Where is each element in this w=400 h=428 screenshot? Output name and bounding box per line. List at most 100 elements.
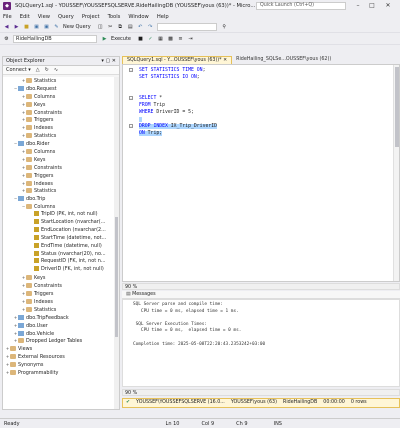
comment-icon[interactable]: ≡ (177, 36, 184, 43)
code-line[interactable]: FROM Trip (123, 102, 399, 109)
tree-node[interactable]: + Constraints (3, 109, 115, 117)
menu-edit[interactable]: Edit (20, 14, 30, 20)
menu-project[interactable]: Project (82, 14, 100, 20)
execute-button[interactable]: ▶ Execute (101, 36, 131, 43)
quick-launch-input[interactable]: Quick Launch (Ctrl+Q) (256, 2, 346, 10)
code-line[interactable] (123, 81, 399, 88)
collapse-icon[interactable]: - (129, 124, 133, 128)
tree-node[interactable]: + Keys (3, 101, 115, 109)
tree-node[interactable]: + Keys (3, 156, 115, 164)
tree-node[interactable]: − dbo.Rider (3, 140, 115, 148)
undo-icon[interactable]: ↶ (137, 24, 144, 31)
cut-icon[interactable]: ✂ (107, 24, 114, 31)
tab-sqlquery1[interactable]: SQLQuery1.sql - Y...OUSSEF\yous (63))* ✕ (122, 56, 233, 64)
panel-controls[interactable]: ▾ ▢ ✕ (101, 57, 116, 66)
code-line[interactable]: ON Trip; (123, 130, 399, 137)
connect-dropdown[interactable]: Connect ▾ (6, 66, 31, 74)
tree-node[interactable]: TripID (PK, int, not null) (3, 211, 115, 219)
editor-zoom[interactable]: 90 % (122, 283, 400, 290)
code-line[interactable]: WHERE DriverID = 5; (123, 109, 399, 116)
tree-node[interactable]: + Statistics (3, 132, 115, 140)
editor-scroll-thumb[interactable] (395, 67, 399, 147)
new-query-button[interactable]: ✎ New Query (53, 24, 90, 31)
code-lines[interactable]: SET STATISTICS TIME ON; SET STATISTICS IO… (123, 65, 399, 137)
maximize-icon[interactable]: □ (366, 1, 378, 11)
tree-node[interactable]: − dbo.Trip (3, 195, 115, 203)
minimize-icon[interactable]: – (352, 1, 364, 11)
code-line[interactable] (123, 88, 399, 95)
solution-config-dropdown[interactable] (156, 23, 217, 31)
paste-icon[interactable]: ▤ (127, 24, 134, 31)
forward-icon[interactable]: ▶ (13, 24, 20, 31)
plan-icon[interactable]: ▩ (167, 36, 174, 43)
tree-node[interactable]: − dbo.Request (3, 85, 115, 93)
tree-node[interactable]: EndLocation (nvarchar(2... (3, 226, 115, 235)
tree-node[interactable]: + dbo.Vehicle (3, 330, 115, 338)
code-line[interactable] (123, 116, 399, 123)
menu-tools[interactable]: Tools (108, 14, 121, 20)
menu-window[interactable]: Window (128, 14, 148, 20)
tree-node[interactable]: + Columns (3, 93, 115, 101)
messages-zoom[interactable]: 90 % (122, 389, 400, 396)
open-folder-icon[interactable]: ■ (23, 24, 30, 31)
results-to-grid-icon[interactable]: ▦ (157, 36, 164, 43)
tree-scrollbar[interactable] (114, 77, 119, 409)
menu-view[interactable]: View (38, 14, 50, 20)
refresh-icon[interactable]: ↻ (45, 66, 49, 74)
database-dropdown[interactable]: RideHailingDB (13, 35, 97, 43)
tree-node[interactable]: + Constraints (3, 282, 115, 290)
tree-node[interactable]: StartLocation (nvarchar(... (3, 219, 115, 227)
tree-node[interactable]: + Triggers (3, 116, 115, 124)
code-line[interactable]: SET STATISTICS TIME ON; (123, 67, 399, 74)
editor-scrollbar[interactable] (393, 65, 399, 281)
tree-node[interactable]: − Columns (3, 203, 115, 211)
tree-node[interactable]: + Programmability (3, 369, 115, 377)
tree-node[interactable]: + Triggers (3, 172, 115, 180)
save-icon[interactable]: ▣ (33, 24, 40, 31)
tree-node[interactable]: + dbo.TripFeedback (3, 314, 115, 322)
close-icon[interactable]: ✕ (382, 1, 394, 11)
save-all-icon[interactable]: ▣ (43, 24, 50, 31)
tree-node[interactable]: + Views (3, 345, 115, 353)
tree-node[interactable]: + dbo.User (3, 322, 115, 330)
tree-node[interactable]: StartTime (datetime, not... (3, 234, 115, 243)
tree-node[interactable]: + Synonyms (3, 361, 115, 369)
tree-node[interactable]: + Indexes (3, 124, 115, 132)
tree-node[interactable]: + Constraints (3, 164, 115, 172)
tree-node[interactable]: + Indexes (3, 180, 115, 188)
tree-node[interactable]: + Columns (3, 148, 115, 156)
object-tree[interactable]: + Statistics − dbo.Request + Columns + Keys + Con… (3, 77, 115, 409)
collapse-icon[interactable]: - (129, 96, 133, 100)
tree-node[interactable]: + Indexes (3, 298, 115, 306)
connect-icon[interactable]: ⚙ (3, 36, 10, 43)
indent-icon[interactable]: ⇥ (187, 36, 194, 43)
tree-node[interactable]: + Dropped Ledger Tables (3, 337, 115, 345)
copy-icon[interactable]: ⧉ (117, 24, 124, 31)
menu-file[interactable]: File (3, 14, 12, 20)
tree-node[interactable]: EndTime (datetime, null) (3, 242, 115, 251)
messages-pane[interactable]: SQL Server parse and compile time: CPU t… (122, 299, 400, 387)
menu-help[interactable]: Help (157, 14, 169, 20)
tree-node[interactable]: + Triggers (3, 290, 115, 298)
activity-icon[interactable]: ∿ (54, 66, 58, 74)
collapse-icon[interactable]: - (129, 68, 133, 72)
database-icon[interactable]: ◫ (97, 24, 104, 31)
search-icon[interactable]: ⚲ (221, 24, 228, 31)
code-line[interactable]: SELECT * (123, 95, 399, 102)
code-line[interactable]: SET STATISTICS IO ON; (123, 74, 399, 81)
tree-node[interactable]: + External Resources (3, 353, 115, 361)
tree-node[interactable]: + Statistics (3, 77, 115, 85)
tree-node[interactable]: + Statistics (3, 187, 115, 195)
menu-query[interactable]: Query (58, 14, 74, 20)
tree-node[interactable]: Status (nvarchar(20), no... (3, 250, 115, 259)
tab-ridehailing-script[interactable]: RideHailing_SQLSe...OUSSEF\yous (62)) (232, 56, 336, 64)
tree-node[interactable]: DriverID (FK, int, not null) (3, 266, 115, 274)
back-icon[interactable]: ◀ (3, 24, 10, 31)
code-line[interactable]: DROP INDEX IX_Trip_DriverID (123, 123, 399, 130)
tree-scroll-thumb[interactable] (115, 217, 118, 337)
tree-node[interactable]: + Statistics (3, 306, 115, 314)
parse-icon[interactable]: ✓ (147, 36, 154, 43)
redo-icon[interactable]: ↷ (147, 24, 154, 31)
stop-icon[interactable]: ■ (137, 36, 144, 43)
filter-icon[interactable]: △ (36, 66, 40, 74)
